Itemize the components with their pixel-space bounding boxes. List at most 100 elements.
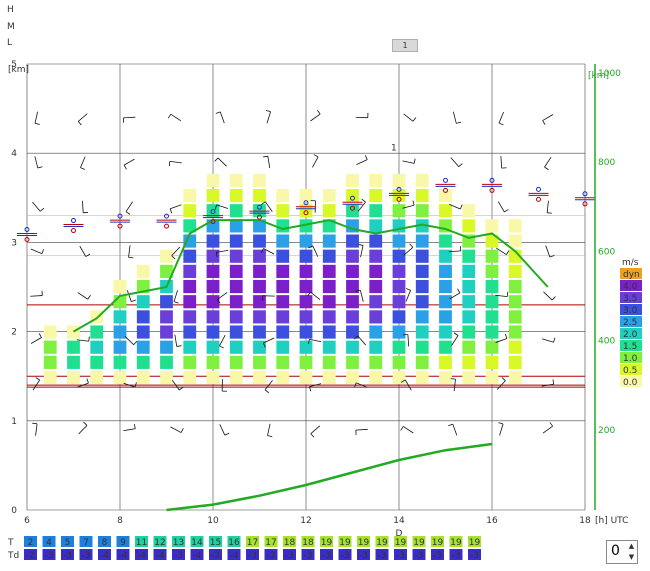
bar-segment — [229, 355, 243, 369]
wind-barb — [498, 422, 504, 425]
bar-segment — [415, 234, 429, 248]
footer-td-value: -3 — [45, 551, 54, 561]
cloud-marker — [164, 223, 169, 229]
bar-segment — [439, 204, 452, 218]
bar-segment — [392, 234, 406, 248]
bar-segment — [369, 355, 383, 369]
bar-segment — [160, 370, 173, 385]
y-tick-label: 1 — [11, 417, 17, 427]
bar-segment — [346, 370, 359, 385]
right-tick-label: 800 — [598, 158, 615, 168]
bar-segment — [369, 173, 383, 187]
legend-label: 0.5 — [623, 366, 637, 376]
footer-t-value: 18 — [284, 538, 296, 548]
footer-t-value: 14 — [191, 538, 203, 548]
wind-barb — [214, 157, 219, 162]
wind-barb — [217, 157, 227, 167]
bar-segment — [136, 370, 150, 385]
bar-segment — [206, 325, 220, 339]
wind-barb — [32, 422, 38, 425]
wind-barb — [79, 245, 87, 257]
wind-barb — [170, 204, 182, 210]
wind-barb — [412, 117, 417, 122]
bar-segment — [299, 264, 313, 278]
right-axis-unit: [km] — [588, 71, 609, 81]
footer-td-value: -4 — [100, 551, 109, 561]
cloud-label: 1 — [391, 144, 397, 154]
wind-barb — [128, 256, 134, 259]
bar-segment — [276, 340, 290, 354]
wind-barb — [505, 250, 510, 255]
x-tick-label: 16 — [486, 516, 498, 526]
bar-segment — [508, 295, 522, 309]
meteogram-chart: 1 6 8 10 12 14 16 18 [h] UTCD012345[km]20040060… — [7, 60, 642, 561]
cloud-marker — [71, 218, 76, 224]
footer-td-value: -3 — [174, 551, 183, 561]
bar-segment — [508, 279, 522, 294]
wind-barb — [407, 334, 410, 347]
bar-segment — [415, 204, 429, 218]
bar-segment — [322, 325, 336, 339]
bar-segment — [485, 249, 499, 263]
bar-segment — [183, 188, 197, 203]
bar-segment — [485, 355, 499, 369]
bar-segment — [183, 295, 197, 309]
bar-segment — [183, 310, 197, 324]
bar-segment — [462, 279, 476, 294]
bar-segment — [113, 340, 127, 354]
wind-barb — [452, 111, 457, 124]
bar-segment — [136, 325, 150, 339]
footer-td-value: -3 — [415, 551, 424, 561]
bar-segment — [113, 355, 127, 369]
right-tick-label: 600 — [598, 247, 615, 257]
time-stepper[interactable]: 0 ▲ ▼ — [606, 540, 638, 564]
bar-segment — [253, 188, 266, 203]
wind-barb — [179, 386, 184, 391]
bar-segment — [253, 279, 266, 294]
stepper-up-icon[interactable]: ▲ — [627, 541, 636, 551]
wind-barb — [265, 109, 271, 113]
bar-segment — [67, 325, 80, 339]
bar-segment — [485, 370, 499, 385]
footer-t-value: 19 — [358, 538, 370, 548]
wind-barb — [267, 435, 273, 437]
wind-barb — [88, 336, 90, 342]
wind-barbs — [30, 109, 556, 438]
wind-barb — [313, 154, 319, 158]
wind-barb — [80, 156, 86, 168]
bar-segment — [392, 279, 406, 294]
wind-barb — [458, 163, 463, 167]
legend-label: 4.0 — [623, 282, 638, 292]
bar-segment — [299, 234, 313, 248]
wind-barb — [39, 207, 45, 212]
legend-title: m/s — [622, 258, 639, 268]
legend-label: 1.0 — [623, 354, 638, 364]
bar-segment — [299, 279, 313, 294]
wind-barb — [34, 122, 40, 125]
wind-barb — [356, 159, 368, 166]
y-tick-label: 2 — [11, 328, 17, 338]
wind-barb — [215, 111, 221, 114]
bar-segment — [322, 310, 336, 324]
footer-td-value: -3 — [285, 551, 294, 561]
stepper-down-icon[interactable]: ▼ — [627, 552, 636, 562]
bar-segment — [43, 370, 57, 385]
footer-td-value: -3 — [267, 551, 276, 561]
wind-barb — [506, 291, 509, 297]
wind-barb — [405, 290, 411, 302]
footer-td-value: -3 — [470, 551, 479, 561]
bar-segment — [299, 188, 313, 203]
legend-label: 3.0 — [623, 306, 638, 316]
bar-segment — [439, 310, 452, 324]
footer-td-value: -3 — [341, 551, 350, 561]
bar-segment — [462, 264, 476, 278]
wind-barb — [128, 245, 131, 258]
bar-segment — [346, 249, 359, 263]
stepper-value: 0 — [611, 543, 620, 559]
wind-barb — [504, 209, 509, 213]
footer-t-value: 19 — [469, 538, 481, 548]
bar-segment — [415, 310, 429, 324]
wind-barb — [123, 116, 136, 119]
bar-segment — [299, 370, 313, 385]
footer-t-value: 7 — [83, 538, 89, 548]
